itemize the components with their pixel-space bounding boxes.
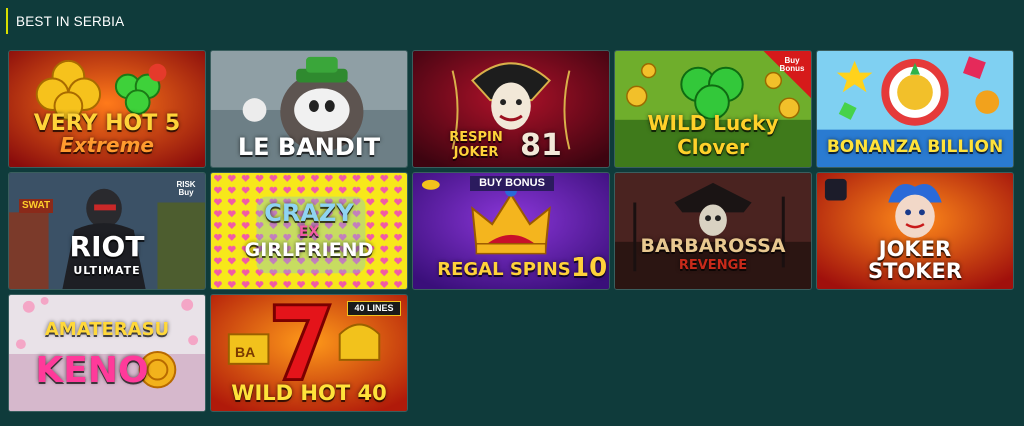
game-subtitle: EX: [298, 224, 320, 240]
buy-bonus-badge: Buy Bonus: [779, 56, 805, 73]
lines-badge: 40 LINES: [347, 301, 401, 316]
section-title: BEST IN SERBIA: [16, 13, 125, 29]
game-number: 81: [520, 128, 562, 163]
game-subtitle: KENO: [35, 350, 149, 391]
game-tile-very-hot-5-extreme[interactable]: VERY HOT 5 Extreme: [8, 50, 206, 168]
game-tile-amaterasu-keno[interactable]: AMATERASU KENO: [8, 294, 206, 412]
game-title: BONANZA BILLION: [826, 137, 1004, 157]
game-subtitle: REVENGE: [678, 258, 748, 273]
game-number: 10: [571, 253, 608, 283]
game-subtitle: Clover: [677, 135, 749, 159]
game-tile-wild-lucky-clover[interactable]: Buy Bonus WILD Lucky Clover: [614, 50, 812, 168]
game-tile-respin-joker-81[interactable]: RESPIN JOKER 81: [412, 50, 610, 168]
game-tile-regal-spins-10[interactable]: BUY BONUS REGAL SPINS 10: [412, 172, 610, 290]
game-title: VERY HOT 5: [33, 111, 181, 136]
sign-label: SWAT: [19, 199, 54, 213]
game-tile-riot-ultimate[interactable]: SWAT RISK Buy RIOT ULTIMATE: [8, 172, 206, 290]
game-tile-wild-hot-40[interactable]: BA 40 LINES WILD HOT 40: [210, 294, 408, 412]
game-title: AMATERASU: [44, 319, 170, 340]
game-tile-crazy-ex-girlfriend[interactable]: CRAZY EX GIRLFRIEND: [210, 172, 408, 290]
game-tagline: GIRLFRIEND: [244, 239, 374, 261]
game-subtitle: Extreme: [60, 133, 154, 157]
game-title: WILD Lucky: [647, 111, 779, 135]
game-tile-le-bandit[interactable]: LE BANDIT: [210, 50, 408, 168]
game-tile-bonanza-billion[interactable]: BONANZA BILLION: [816, 50, 1014, 168]
game-title: JOKER: [878, 237, 952, 261]
section-header: BEST IN SERBIA: [6, 8, 124, 34]
game-subtitle: ULTIMATE: [73, 264, 141, 277]
reel-symbol-text: BA: [235, 344, 256, 360]
game-grid: VERY HOT 5 Extreme LE BANDIT RESPIN JOKE…: [8, 50, 1014, 412]
game-title: BARBAROSSA: [640, 235, 786, 257]
risk-buy-badge: RISK Buy: [176, 180, 196, 197]
game-tile-barbarossa-revenge[interactable]: BARBAROSSA REVENGE: [614, 172, 812, 290]
game-title: WILD HOT 40: [231, 381, 387, 405]
game-title: LE BANDIT: [237, 133, 381, 161]
game-title: RIOT: [69, 230, 145, 263]
game-title: CRAZY: [264, 199, 354, 227]
game-subtitle: STOKER: [867, 259, 963, 283]
game-tile-joker-stoker[interactable]: JOKER STOKER: [816, 172, 1014, 290]
buy-bonus-badge: BUY BONUS: [470, 176, 554, 191]
